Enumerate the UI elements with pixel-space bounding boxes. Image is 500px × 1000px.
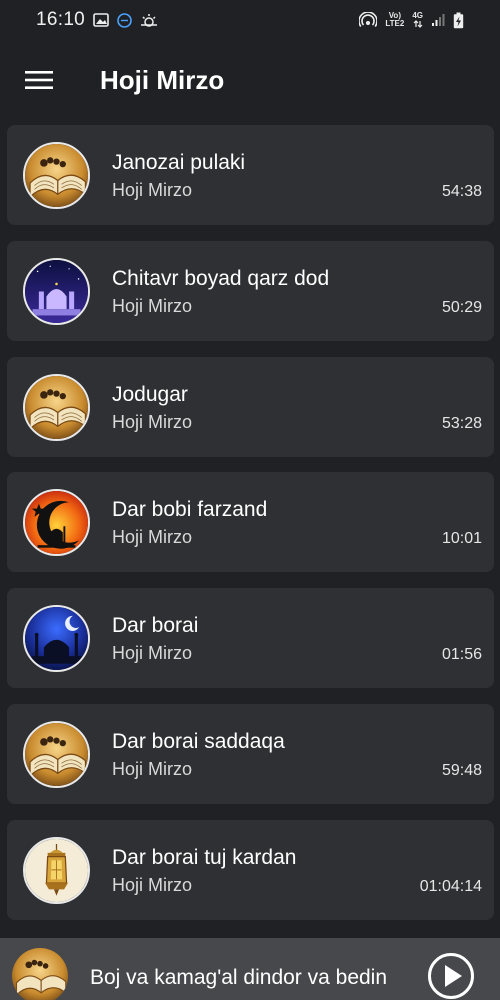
mosque-night-artwork [23,257,90,325]
status-time: 16:10 [36,9,86,30]
mini-player[interactable]: Boj va kamag'al dindor va bedin [0,938,500,1000]
track-artist: Hoji Mirzo [112,527,193,548]
track-title: Janozai pulaki [112,151,246,174]
app-bar: Hoji Mirzo [0,40,500,120]
track-item[interactable]: Janozai pulaki Hoji Mirzo 54:38 [7,125,494,225]
track-duration: 54:38 [441,183,482,200]
track-list: Janozai pulaki Hoji Mirzo 54:38 Chitavr … [7,125,494,936]
track-item[interactable]: Dar borai Hoji Mirzo 01:56 [7,588,494,689]
weather-icon [140,13,158,27]
track-item[interactable]: Dar borai saddaqa Hoji Mirzo 59:48 [7,703,494,804]
track-item[interactable]: Jodugar Hoji Mirzo 53:28 [7,356,494,457]
track-duration: 10:01 [441,530,482,548]
track-item[interactable]: Dar bobi farzand Hoji Mirzo 10:01 [7,472,494,573]
lantern-artwork [23,836,90,904]
crescent-sunset-artwork [23,489,90,557]
volte-bottom-text: LTE2 [385,19,405,28]
status-bar: 16:10 Vo) LTE2 4G [0,0,500,40]
track-duration: 01:56 [441,646,482,664]
track-title: Chitavr boyad qarz dod [112,266,330,290]
track-artist: Hoji Mirzo [112,758,193,779]
network-type-indicator: 4G [412,12,423,28]
track-artist: Hoji Mirzo [112,874,193,895]
track-title: Dar bobi farzand [112,498,268,522]
track-title: Dar borai tuj kardan [112,845,297,869]
play-icon [428,953,474,999]
quran-book-artwork [23,720,90,788]
track-artist: Hoji Mirzo [112,295,193,316]
track-duration: 59:48 [441,761,482,779]
track-artist: Hoji Mirzo [112,180,193,200]
quran-book-artwork [12,948,68,1000]
track-duration: 50:29 [441,298,482,316]
quran-book-artwork [23,373,90,441]
page-title: Hoji Mirzo [100,64,225,95]
status-left: 16:10 [36,9,158,31]
play-button[interactable] [427,952,475,1000]
menu-button[interactable] [12,53,66,107]
volte-indicator: Vo) LTE2 [385,12,404,28]
hotspot-icon [359,12,378,28]
app-notification-icon [117,12,132,28]
battery-charging-icon [453,12,464,29]
network-type-text: 4G [412,11,423,20]
track-title: Dar borai saddaqa [112,729,285,753]
track-title: Jodugar [112,382,188,406]
track-duration: 53:28 [441,414,482,432]
hamburger-menu-icon [25,71,53,89]
signal-icon [431,13,445,27]
track-duration: 01:04:14 [419,877,482,895]
status-right: Vo) LTE2 4G [359,12,464,29]
now-playing-title: Boj va kamag'al dindor va bedin [90,966,388,989]
track-item[interactable]: Chitavr boyad qarz dod Hoji Mirzo 50:29 [7,240,494,341]
track-artist: Hoji Mirzo [112,411,193,432]
track-artist: Hoji Mirzo [112,643,193,664]
track-item[interactable]: Dar borai tuj kardan Hoji Mirzo 01:04:14 [7,819,494,920]
quran-book-artwork [23,142,90,209]
mosque-blue-artwork [23,605,90,673]
track-title: Dar borai [112,614,199,638]
gallery-icon [93,13,109,27]
